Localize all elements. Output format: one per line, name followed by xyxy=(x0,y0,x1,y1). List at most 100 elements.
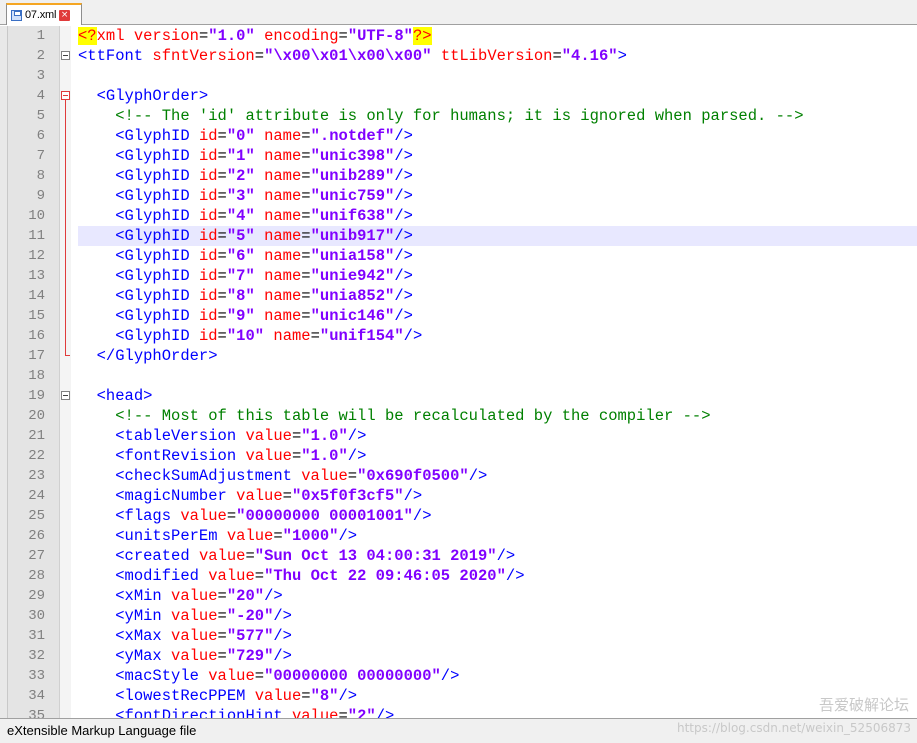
fold-marker xyxy=(60,186,72,206)
code-text[interactable]: <fontRevision value="1.0"/> xyxy=(78,446,366,466)
editor[interactable]: 1 <?xml version="1.0" encoding="UTF-8"?> 2… xyxy=(0,26,917,718)
code-line[interactable]: 19 <head> xyxy=(0,386,917,406)
code-text[interactable]: <!-- Most of this table will be recalcul… xyxy=(78,406,710,426)
code-line[interactable]: 16 <GlyphID id="10" name="unif154"/> xyxy=(0,326,917,346)
fold-marker xyxy=(60,366,72,386)
line-number: 33 xyxy=(28,668,45,684)
code-line[interactable]: 4 <GlyphOrder> xyxy=(0,86,917,106)
code-line[interactable]: 27 <created value="Sun Oct 13 04:00:31 2… xyxy=(0,546,917,566)
code-text[interactable]: <GlyphID id="6" name="unia158"/> xyxy=(78,246,413,266)
code-text[interactable]: <GlyphID id="9" name="unic146"/> xyxy=(78,306,413,326)
code-line[interactable]: 26 <unitsPerEm value="1000"/> xyxy=(0,526,917,546)
fold-collapse-icon[interactable] xyxy=(61,51,70,60)
code-text[interactable]: <xMax value="577"/> xyxy=(78,626,292,646)
code-line[interactable]: 31 <xMax value="577"/> xyxy=(0,626,917,646)
fold-marker[interactable] xyxy=(60,86,72,106)
tab-07-xml[interactable]: 07.xml × xyxy=(6,3,82,25)
code-text[interactable]: <macStyle value="00000000 00000000"/> xyxy=(78,666,459,686)
code-text[interactable]: <yMax value="729"/> xyxy=(78,646,292,666)
code-text[interactable]: <GlyphID id="4" name="unif638"/> xyxy=(78,206,413,226)
code-line[interactable]: 6 <GlyphID id="0" name=".notdef"/> xyxy=(0,126,917,146)
fold-marker[interactable] xyxy=(60,46,72,66)
close-icon[interactable]: × xyxy=(59,9,71,21)
code-text[interactable]: <head> xyxy=(78,386,153,406)
code-text[interactable]: <xMin value="20"/> xyxy=(78,586,282,606)
code-text[interactable]: <tableVersion value="1.0"/> xyxy=(78,426,366,446)
code-line[interactable]: 35 <fontDirectionHint value="2"/> xyxy=(0,706,917,718)
fold-marker xyxy=(60,246,72,266)
fold-marker xyxy=(60,206,72,226)
code-text[interactable]: <magicNumber value="0x5f0f3cf5"/> xyxy=(78,486,422,506)
fold-marker xyxy=(60,686,72,706)
code-text[interactable]: <GlyphOrder> xyxy=(78,86,209,106)
fold-collapse-icon[interactable] xyxy=(61,91,70,100)
code-line[interactable]: 18 xyxy=(0,366,917,386)
code-line[interactable]: 29 <xMin value="20"/> xyxy=(0,586,917,606)
code-line[interactable]: 3 xyxy=(0,66,917,86)
code-line[interactable]: 14 <GlyphID id="8" name="unia852"/> xyxy=(0,286,917,306)
code-line[interactable]: 22 <fontRevision value="1.0"/> xyxy=(0,446,917,466)
fold-collapse-icon[interactable] xyxy=(61,391,70,400)
fold-marker xyxy=(60,146,72,166)
code-line[interactable]: 17 </GlyphOrder> xyxy=(0,346,917,366)
code-line[interactable]: 12 <GlyphID id="6" name="unia158"/> xyxy=(0,246,917,266)
status-bar: eXtensible Markup Language file https://… xyxy=(0,718,917,743)
line-number: 30 xyxy=(28,608,45,624)
code-line[interactable]: 9 <GlyphID id="3" name="unic759"/> xyxy=(0,186,917,206)
code-text[interactable]: <GlyphID id="8" name="unia852"/> xyxy=(78,286,413,306)
line-number: 11 xyxy=(28,228,45,244)
line-number: 8 xyxy=(36,168,45,184)
fold-marker xyxy=(60,606,72,626)
code-text[interactable]: <!-- The 'id' attribute is only for huma… xyxy=(78,106,803,126)
line-number: 7 xyxy=(36,148,45,164)
code-line[interactable]: 25 <flags value="00000000 00001001"/> xyxy=(0,506,917,526)
fold-marker xyxy=(60,586,72,606)
line-number: 18 xyxy=(28,368,45,384)
code-text[interactable]: <?xml version="1.0" encoding="UTF-8"?> xyxy=(78,26,432,46)
code-text[interactable]: <ttFont sfntVersion="\x00\x01\x00\x00" t… xyxy=(78,46,627,66)
code-line[interactable]: 24 <magicNumber value="0x5f0f3cf5"/> xyxy=(0,486,917,506)
code-text[interactable]: <created value="Sun Oct 13 04:00:31 2019… xyxy=(78,546,515,566)
code-line[interactable]: 7 <GlyphID id="1" name="unic398"/> xyxy=(0,146,917,166)
code-text[interactable]: <GlyphID id="5" name="unib917"/> xyxy=(78,226,413,246)
code-text[interactable]: <modified value="Thu Oct 22 09:46:05 202… xyxy=(78,566,524,586)
code-line[interactable]: 13 <GlyphID id="7" name="unie942"/> xyxy=(0,266,917,286)
code-line[interactable]: 30 <yMin value="-20"/> xyxy=(0,606,917,626)
code-text[interactable]: <checkSumAdjustment value="0x690f0500"/> xyxy=(78,466,487,486)
code-line[interactable]: 32 <yMax value="729"/> xyxy=(0,646,917,666)
line-number: 20 xyxy=(28,408,45,424)
code-line[interactable]: 20 <!-- Most of this table will be recal… xyxy=(0,406,917,426)
code-line[interactable]: 28 <modified value="Thu Oct 22 09:46:05 … xyxy=(0,566,917,586)
code-text[interactable]: <GlyphID id="1" name="unic398"/> xyxy=(78,146,413,166)
line-number: 21 xyxy=(28,428,45,444)
code-line[interactable]: 34 <lowestRecPPEM value="8"/> xyxy=(0,686,917,706)
code-text[interactable]: <yMin value="-20"/> xyxy=(78,606,292,626)
fold-marker xyxy=(60,626,72,646)
code-line[interactable]: 15 <GlyphID id="9" name="unic146"/> xyxy=(0,306,917,326)
code-line[interactable]: 1 <?xml version="1.0" encoding="UTF-8"?> xyxy=(0,26,917,46)
line-number: 35 xyxy=(28,708,45,718)
code-text[interactable]: <flags value="00000000 00001001"/> xyxy=(78,506,431,526)
code-text[interactable]: <GlyphID id="10" name="unif154"/> xyxy=(78,326,422,346)
code-text[interactable]: <GlyphID id="0" name=".notdef"/> xyxy=(78,126,413,146)
code-line[interactable]: 23 <checkSumAdjustment value="0x690f0500… xyxy=(0,466,917,486)
code-text[interactable]: </GlyphOrder> xyxy=(78,346,218,366)
code-text[interactable]: <GlyphID id="3" name="unic759"/> xyxy=(78,186,413,206)
fold-marker[interactable] xyxy=(60,386,72,406)
code-line[interactable]: 10 <GlyphID id="4" name="unif638"/> xyxy=(0,206,917,226)
code-line[interactable]: 33 <macStyle value="00000000 00000000"/> xyxy=(0,666,917,686)
code-text[interactable]: <fontDirectionHint value="2"/> xyxy=(78,706,394,718)
code-text[interactable]: <lowestRecPPEM value="8"/> xyxy=(78,686,357,706)
line-number: 24 xyxy=(28,488,45,504)
code-line[interactable]: 5 <!-- The 'id' attribute is only for hu… xyxy=(0,106,917,126)
code-line[interactable]: 11 <GlyphID id="5" name="unib917"/> xyxy=(0,226,917,246)
tab-bar: 07.xml × xyxy=(0,0,917,25)
code-text[interactable]: <GlyphID id="7" name="unie942"/> xyxy=(78,266,413,286)
code-text[interactable]: <GlyphID id="2" name="unib289"/> xyxy=(78,166,413,186)
code-line[interactable]: 21 <tableVersion value="1.0"/> xyxy=(0,426,917,446)
code-line[interactable]: 2 <ttFont sfntVersion="\x00\x01\x00\x00" … xyxy=(0,46,917,66)
fold-marker xyxy=(60,326,72,346)
line-number: 25 xyxy=(28,508,45,524)
code-line[interactable]: 8 <GlyphID id="2" name="unib289"/> xyxy=(0,166,917,186)
code-text[interactable]: <unitsPerEm value="1000"/> xyxy=(78,526,357,546)
